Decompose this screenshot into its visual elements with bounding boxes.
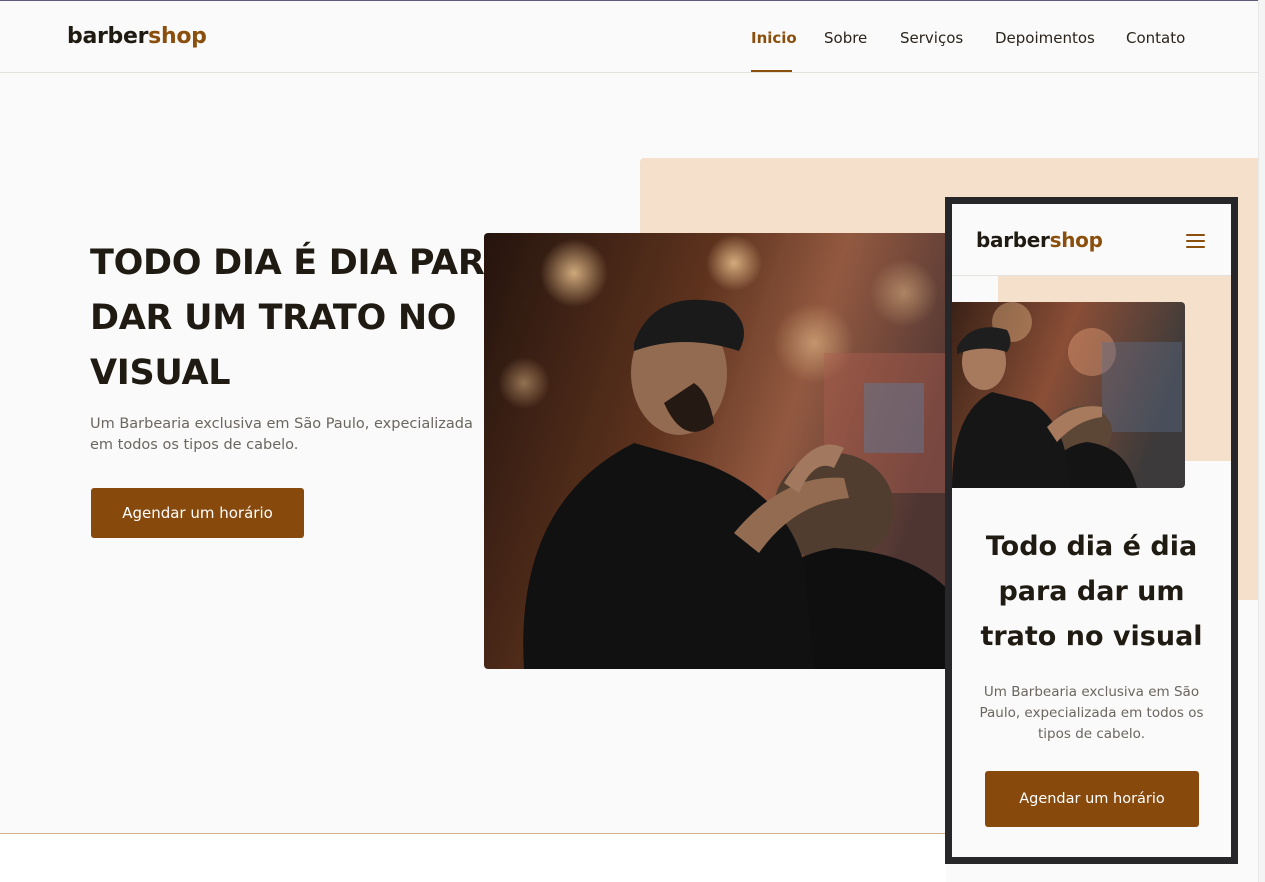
hamburger-menu-icon[interactable] (1184, 232, 1208, 250)
mobile-brand-logo[interactable]: barbershop (976, 228, 1103, 252)
mobile-hero-title: Todo dia é dia para dar um trato no visu… (952, 524, 1231, 659)
mobile-hero-description: Um Barbearia exclusiva em São Paulo, exp… (979, 684, 1204, 742)
mobile-barber-photo (952, 302, 1185, 488)
mobile-brand-logo-part2: shop (1049, 228, 1103, 252)
mobile-hero-title-line: Todo dia é dia (985, 531, 1198, 562)
nav-item-inicio[interactable]: Inicio (751, 29, 797, 47)
mobile-preview: barbershop Todo dia é dia para dar um tr… (945, 197, 1238, 864)
mobile-brand-logo-part1: barber (976, 228, 1050, 252)
mobile-header: barbershop (952, 204, 1231, 276)
hero-title-line: VISUAL (90, 353, 231, 393)
nav-item-servicos[interactable]: Serviços (900, 29, 963, 47)
hero-description: Um Barbearia exclusiva em São Paulo, exp… (90, 416, 473, 453)
nav-item-contato[interactable]: Contato (1126, 29, 1185, 47)
next-section (0, 834, 946, 882)
mobile-hero-title-line: trato no visual (980, 621, 1203, 652)
hero-title-line: DAR UM TRATO NO (90, 298, 457, 338)
mobile-schedule-button[interactable]: Agendar um horário (985, 771, 1199, 827)
main-nav: Inicio Sobre Serviços Depoimentos Contat… (0, 1, 1258, 73)
page-scrollbar[interactable] (1258, 0, 1265, 882)
nav-item-sobre[interactable]: Sobre (824, 29, 867, 47)
schedule-button[interactable]: Agendar um horário (91, 488, 304, 538)
nav-active-indicator (751, 70, 792, 72)
mobile-hero-title-line: para dar um (998, 576, 1185, 607)
site-header: barbershop Inicio Sobre Serviços Depoime… (0, 1, 1258, 73)
hero-barber-photo (484, 233, 964, 669)
hero-title: TODO DIA É DIA PARA DAR UM TRATO NO VISU… (90, 236, 512, 401)
hero-title-line: TODO DIA É DIA PARA (90, 243, 512, 283)
nav-item-depoimentos[interactable]: Depoimentos (995, 29, 1095, 47)
